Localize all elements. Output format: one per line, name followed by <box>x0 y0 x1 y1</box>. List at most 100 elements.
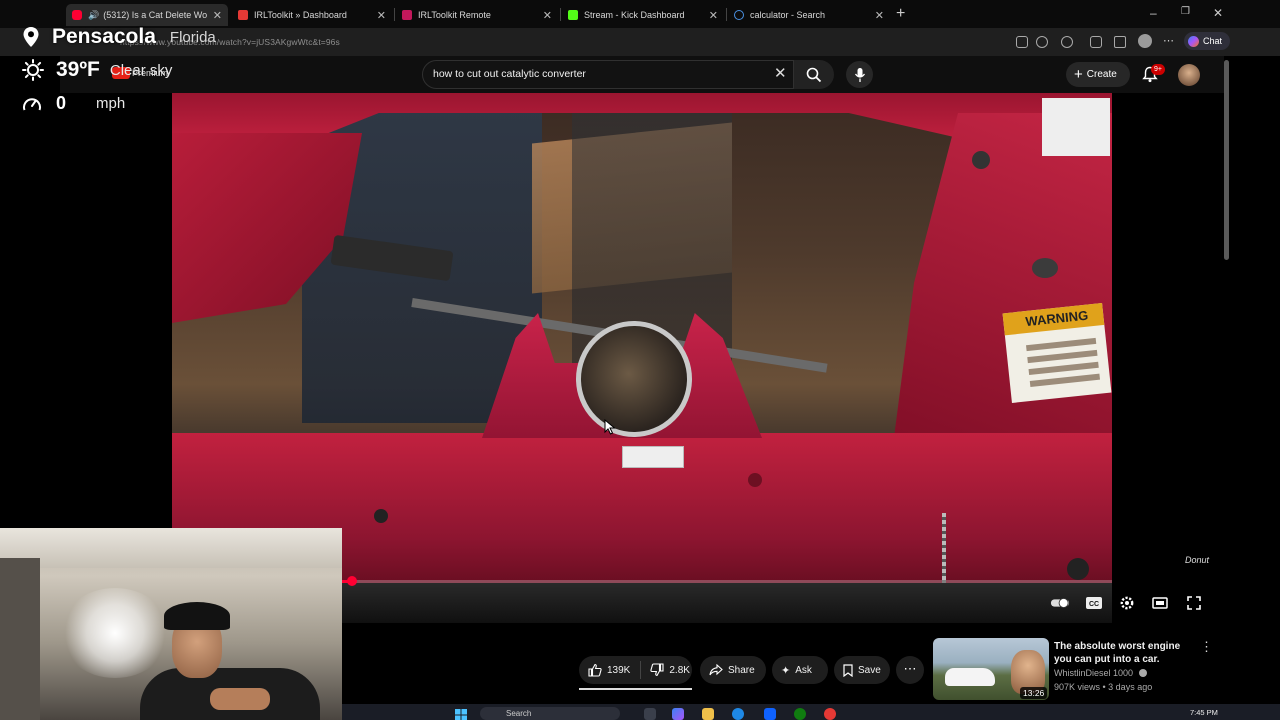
voice-search-button[interactable] <box>846 61 873 88</box>
fullscreen-button[interactable] <box>1184 594 1204 612</box>
theater-mode-icon <box>1152 597 1168 609</box>
search-button[interactable] <box>794 60 834 89</box>
video-watermark: Donut <box>1185 555 1210 565</box>
close-tab-icon[interactable]: ✕ <box>213 9 222 22</box>
recommended-video-meta: 907K views • 3 days ago <box>1054 682 1153 692</box>
windows-start-icon[interactable] <box>455 708 467 720</box>
autoplay-toggle[interactable] <box>1050 594 1070 612</box>
like-button[interactable] <box>588 663 602 677</box>
edge-browser-icon[interactable] <box>732 708 744 720</box>
create-button[interactable]: + Create <box>1066 62 1130 87</box>
overlay-temperature: 39ºF <box>56 58 100 81</box>
notification-badge: 9+ <box>1151 64 1165 75</box>
share-label: Share <box>728 664 755 676</box>
tab-calculator-search[interactable]: calculator - Search ✕ <box>728 4 890 26</box>
close-tab-icon[interactable]: ✕ <box>709 9 718 22</box>
sparkle-icon: ✦ <box>781 664 791 677</box>
save-button[interactable]: Save <box>834 656 890 684</box>
more-actions-button[interactable]: ⋯ <box>896 656 924 684</box>
ask-button[interactable]: ✦ Ask <box>772 656 828 684</box>
microphone-icon <box>854 67 865 82</box>
store-icon[interactable] <box>764 708 776 720</box>
video-scene-bolt <box>374 509 388 523</box>
video-scene-sticker <box>1042 98 1110 156</box>
more-menu-icon[interactable]: ⋯ <box>1163 34 1174 47</box>
channel-name: WhistlinDiesel 1000 <box>1054 668 1134 678</box>
close-tab-icon[interactable]: ✕ <box>875 9 884 22</box>
theater-mode-button[interactable] <box>1150 594 1170 612</box>
recommended-video-channel[interactable]: WhistlinDiesel 1000 <box>1054 668 1147 678</box>
taskbar-app-icon[interactable] <box>644 708 656 720</box>
search-query-text[interactable]: how to cut out catalytic converter <box>433 68 586 80</box>
settings-button[interactable] <box>1117 594 1137 612</box>
closed-captions-icon: CC <box>1086 597 1102 609</box>
tab-actions-icon[interactable] <box>1016 36 1028 48</box>
close-window-button[interactable]: ✕ <box>1213 6 1223 20</box>
video-scene-bolt <box>1032 258 1058 278</box>
recommended-video-title[interactable]: The absolute worst engine you can put in… <box>1054 640 1194 666</box>
copilot-taskbar-icon[interactable] <box>672 708 684 720</box>
profile-avatar[interactable] <box>1138 34 1152 48</box>
recommended-video-menu-icon[interactable]: ⋮ <box>1200 639 1213 655</box>
webcam-feed <box>0 528 342 720</box>
dislike-button[interactable] <box>650 663 664 677</box>
like-dislike-group: 139K 2.8K <box>579 656 692 684</box>
chat-label: Chat <box>1203 36 1223 46</box>
like-count[interactable]: 139K <box>607 665 630 676</box>
video-scene-bolt <box>1067 558 1089 580</box>
progress-scrubber[interactable] <box>346 576 357 586</box>
new-tab-button[interactable]: + <box>896 5 905 23</box>
video-progress-bar[interactable] <box>342 576 1112 586</box>
favorites-icon[interactable] <box>1114 36 1126 48</box>
like-ratio-bar <box>579 688 692 690</box>
tab-separator <box>394 8 395 21</box>
tab-title: calculator - Search <box>750 10 826 20</box>
taskbar-clock[interactable]: 7:45 PM <box>1190 708 1218 717</box>
page-scrollbar[interactable] <box>1224 60 1229 260</box>
share-arrow-icon <box>709 664 723 676</box>
overlay-speed-value: 0 <box>56 93 67 113</box>
thumbs-down-icon <box>650 663 664 677</box>
maximize-button[interactable]: ❐ <box>1181 6 1190 17</box>
taskbar-search-label: Search <box>506 709 532 718</box>
webcam-streamer <box>140 598 320 720</box>
irltoolkit-favicon-icon <box>402 10 412 20</box>
favorite-star-icon[interactable] <box>1036 36 1048 48</box>
xbox-icon[interactable] <box>794 708 806 720</box>
overlay-city: Pensacola <box>52 25 156 48</box>
verified-icon <box>1138 669 1147 677</box>
mouse-cursor <box>604 418 616 440</box>
copilot-chat-button[interactable]: Chat <box>1184 32 1230 50</box>
clear-search-icon[interactable]: ✕ <box>774 64 787 82</box>
speaker-icon[interactable]: 🔊 <box>88 10 99 21</box>
file-explorer-icon[interactable] <box>702 708 714 720</box>
extensions-icon[interactable] <box>1090 36 1102 48</box>
subtitles-button[interactable]: CC <box>1084 594 1104 612</box>
overlay-state: Florida <box>169 28 216 46</box>
tab-youtube[interactable]: 🔊 (5312) Is a Cat Delete Worth I ✕ <box>66 4 228 26</box>
streamer-hands <box>210 688 270 710</box>
ask-label: Ask <box>795 664 812 676</box>
share-button[interactable]: Share <box>700 656 766 684</box>
autoplay-icon <box>1050 598 1070 608</box>
recommended-video-duration: 13:26 <box>1020 687 1048 699</box>
tab-kick-dashboard[interactable]: Stream - Kick Dashboard ✕ <box>562 4 724 26</box>
refresh-extension-icon[interactable] <box>1061 36 1073 48</box>
close-tab-icon[interactable]: ✕ <box>543 9 552 22</box>
dislike-count[interactable]: 2.8K <box>669 665 690 676</box>
tab-irltoolkit-remote[interactable]: IRLToolkit Remote ✕ <box>396 4 558 26</box>
windows-logo-icon <box>455 709 467 720</box>
tab-irltoolkit-dashboard[interactable]: IRLToolkit » Dashboard ✕ <box>232 4 392 26</box>
cursor-arrow-icon <box>604 418 616 435</box>
account-avatar[interactable] <box>1178 64 1200 86</box>
thumbnail-car <box>945 668 995 686</box>
video-scene-bolt <box>972 151 990 169</box>
recording-app-icon[interactable] <box>824 708 836 720</box>
search-favicon-icon <box>734 10 744 20</box>
tab-title: IRLToolkit Remote <box>418 10 491 20</box>
close-tab-icon[interactable]: ✕ <box>377 9 386 22</box>
taskbar-search[interactable]: Search <box>480 707 620 720</box>
minimize-button[interactable]: – <box>1150 6 1157 20</box>
tab-separator <box>726 8 727 21</box>
location-pin-icon <box>23 27 39 47</box>
